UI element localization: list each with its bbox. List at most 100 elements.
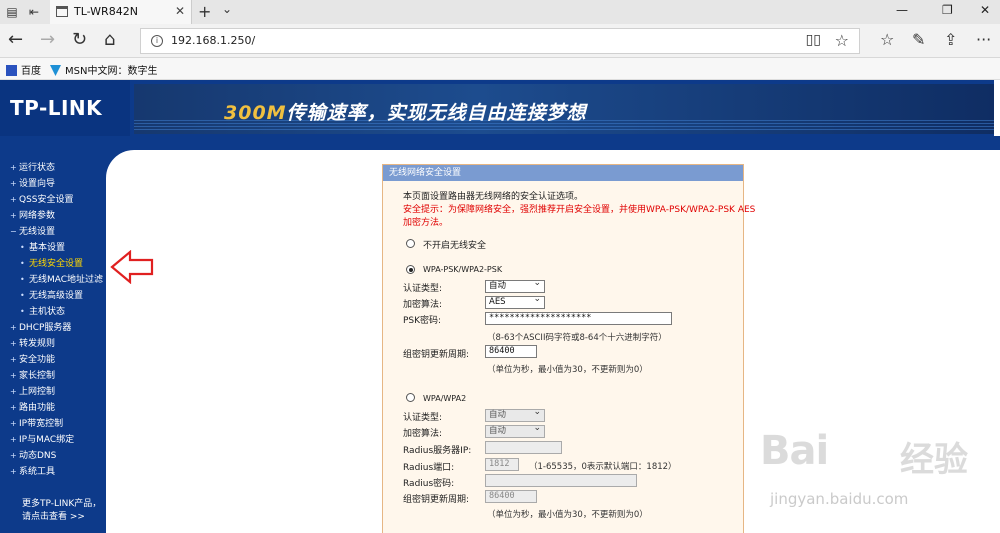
psk-enc-select[interactable]: AES bbox=[485, 294, 545, 309]
forward-icon[interactable]: → bbox=[40, 30, 55, 50]
sidebar-item[interactable]: • 基本设置 bbox=[10, 240, 103, 256]
wpa-auth-label: 认证类型: bbox=[403, 413, 443, 423]
psk-password-input[interactable]: ******************** bbox=[485, 312, 672, 325]
sidebar-item-label: 系统工具 bbox=[19, 467, 56, 477]
wpa-rekey-hint: （单位为秒，最小值为30，不更新则为0） bbox=[487, 510, 648, 520]
bullet-icon: • bbox=[20, 291, 25, 300]
sidebar-item[interactable]: + 系统工具 bbox=[10, 464, 103, 480]
router-banner: TP-LINK 300M传输速率，实现无线自由连接梦想 bbox=[0, 80, 1000, 136]
favorite-star-icon[interactable]: ☆ bbox=[835, 31, 849, 50]
sidebar-item[interactable]: + 网络参数 bbox=[10, 208, 103, 224]
radio-wpa-psk[interactable] bbox=[406, 265, 415, 274]
msn-icon bbox=[50, 65, 61, 76]
web-note-icon[interactable]: ✎ bbox=[912, 30, 925, 49]
sidebar-item[interactable]: + 安全功能 bbox=[10, 352, 103, 368]
set-aside-tabs-icon[interactable]: ⇤ bbox=[26, 4, 42, 20]
url-text[interactable]: 192.168.1.250/ bbox=[171, 34, 255, 47]
bullet-icon: + bbox=[10, 323, 17, 332]
sidebar-item-label: 无线高级设置 bbox=[29, 291, 84, 301]
sidebar-item-label: 网络参数 bbox=[19, 211, 56, 221]
sidebar-item[interactable]: + 上网控制 bbox=[10, 384, 103, 400]
sidebar-item-label: 无线安全设置 bbox=[29, 259, 84, 269]
sidebar-item[interactable]: + QSS安全设置 bbox=[10, 192, 103, 208]
favorite-msn[interactable]: MSN中文网：数字生 bbox=[50, 62, 157, 77]
sidebar-item[interactable]: • 主机状态 bbox=[10, 304, 103, 320]
baidu-jingyan-watermark: Bai 经验 jingyan.baidu.com bbox=[760, 428, 968, 508]
radius-ip-input[interactable] bbox=[485, 441, 562, 454]
radius-ip-label: Radius服务器IP: bbox=[403, 446, 472, 456]
close-window-icon[interactable]: ✕ bbox=[980, 3, 990, 17]
tp-link-logo: TP-LINK bbox=[10, 96, 103, 120]
sidebar-item[interactable]: − 无线设置 bbox=[10, 224, 103, 240]
address-bar[interactable]: i 192.168.1.250/ ▯▯ ☆ bbox=[140, 28, 860, 54]
sidebar-item[interactable]: + IP带宽控制 bbox=[10, 416, 103, 432]
psk-hint: （8-63个ASCII码字符或8-64个十六进制字符） bbox=[487, 333, 667, 343]
chevron-down-icon[interactable]: ⌄ bbox=[222, 2, 232, 16]
sidebar-item[interactable]: + 运行状态 bbox=[10, 160, 103, 176]
sidebar-item-label: 动态DNS bbox=[19, 451, 57, 461]
wpa-enc-label: 加密算法: bbox=[403, 429, 443, 439]
reading-view-icon[interactable]: ▯▯ bbox=[806, 32, 821, 48]
sidebar-item[interactable]: + 动态DNS bbox=[10, 448, 103, 464]
bullet-icon: • bbox=[20, 275, 25, 284]
more-icon[interactable]: ··· bbox=[976, 30, 991, 49]
intro-text: 本页面设置路由器无线网络的安全认证选项。 bbox=[403, 192, 584, 202]
sidebar-item-label: 上网控制 bbox=[19, 387, 56, 397]
wpa-rekey-label: 组密钥更新周期: bbox=[403, 495, 470, 505]
radius-port-input[interactable]: 1812 bbox=[485, 458, 519, 471]
browser-tab[interactable]: TL-WR842N ✕ bbox=[50, 0, 192, 24]
sidebar-item[interactable]: + DHCP服务器 bbox=[10, 320, 103, 336]
sidebar-item[interactable]: • 无线MAC地址过滤 bbox=[10, 272, 103, 288]
share-icon[interactable]: ⇪ bbox=[944, 30, 957, 49]
restore-icon[interactable]: ❐ bbox=[942, 3, 953, 17]
radio-no-security[interactable] bbox=[406, 239, 415, 248]
sidebar-item-label: 无线设置 bbox=[19, 227, 56, 237]
tab-bar: ▤ ⇤ TL-WR842N ✕ + ⌄ — ❐ ✕ bbox=[0, 0, 1000, 24]
sidebar-item-label: 主机状态 bbox=[29, 307, 66, 317]
bullet-icon: + bbox=[10, 163, 17, 172]
sidebar-item[interactable]: + 家长控制 bbox=[10, 368, 103, 384]
sidebar-item-label: 设置向导 bbox=[19, 179, 56, 189]
sidebar-item-label: 基本设置 bbox=[29, 243, 66, 253]
bullet-icon: + bbox=[10, 179, 17, 188]
wpa-rekey-input[interactable]: 86400 bbox=[485, 490, 537, 503]
navigation-bar: ← → ↻ ⌂ i 192.168.1.250/ ▯▯ ☆ ☆ ✎ ⇪ ··· bbox=[0, 24, 1000, 58]
bullet-icon: + bbox=[10, 371, 17, 380]
sidebar-item[interactable]: + 设置向导 bbox=[10, 176, 103, 192]
bullet-icon: + bbox=[10, 419, 17, 428]
back-icon[interactable]: ← bbox=[8, 30, 23, 50]
bullet-icon: + bbox=[10, 211, 17, 220]
radius-password-input[interactable] bbox=[485, 474, 637, 487]
bullet-icon: + bbox=[10, 355, 17, 364]
bullet-icon: • bbox=[20, 307, 25, 316]
sidebar-item[interactable]: + 路由功能 bbox=[10, 400, 103, 416]
refresh-icon[interactable]: ↻ bbox=[72, 30, 87, 50]
psk-rekey-input[interactable]: 86400 bbox=[485, 345, 537, 358]
wpa-enc-select[interactable]: 自动 bbox=[485, 423, 545, 438]
favorites-bar: 百度 MSN中文网：数字生 bbox=[0, 58, 1000, 80]
sidebar-menu: + 运行状态 + 设置向导 + QSS安全设置 + 网络参数 − 无线设置 • 基本设置 • 无线安全设置… bbox=[10, 160, 103, 480]
tab-preview-icon[interactable]: ▤ bbox=[4, 4, 20, 20]
radio-wpa[interactable] bbox=[406, 393, 415, 402]
bullet-icon: • bbox=[20, 259, 25, 268]
sidebar-item-label: IP与MAC绑定 bbox=[19, 435, 75, 445]
sidebar-item[interactable]: + 转发规则 bbox=[10, 336, 103, 352]
wpa-auth-select[interactable]: 自动 bbox=[485, 407, 545, 422]
new-tab-icon[interactable]: + bbox=[198, 2, 211, 21]
radius-password-label: Radius密码: bbox=[403, 479, 455, 489]
bullet-icon: • bbox=[20, 243, 25, 252]
psk-auth-select[interactable]: 自动 bbox=[485, 278, 545, 293]
minimize-icon[interactable]: — bbox=[896, 3, 908, 17]
bullet-icon: + bbox=[10, 435, 17, 444]
close-tab-icon[interactable]: ✕ bbox=[175, 4, 185, 18]
sidebar-item[interactable]: • 无线高级设置 bbox=[10, 288, 103, 304]
sidebar-item[interactable]: + IP与MAC绑定 bbox=[10, 432, 103, 448]
site-info-icon[interactable]: i bbox=[151, 35, 163, 47]
favorite-baidu[interactable]: 百度 bbox=[6, 62, 41, 77]
psk-rekey-hint: （单位为秒，最小值为30，不更新则为0） bbox=[487, 365, 648, 375]
sidebar-item[interactable]: • 无线安全设置 bbox=[10, 256, 103, 272]
favorites-hub-icon[interactable]: ☆ bbox=[880, 30, 894, 49]
bullet-icon: + bbox=[10, 451, 17, 460]
more-products-link[interactable]: 更多TP-LINK产品， 请点击查看 >> bbox=[22, 498, 101, 524]
home-icon[interactable]: ⌂ bbox=[104, 30, 115, 50]
